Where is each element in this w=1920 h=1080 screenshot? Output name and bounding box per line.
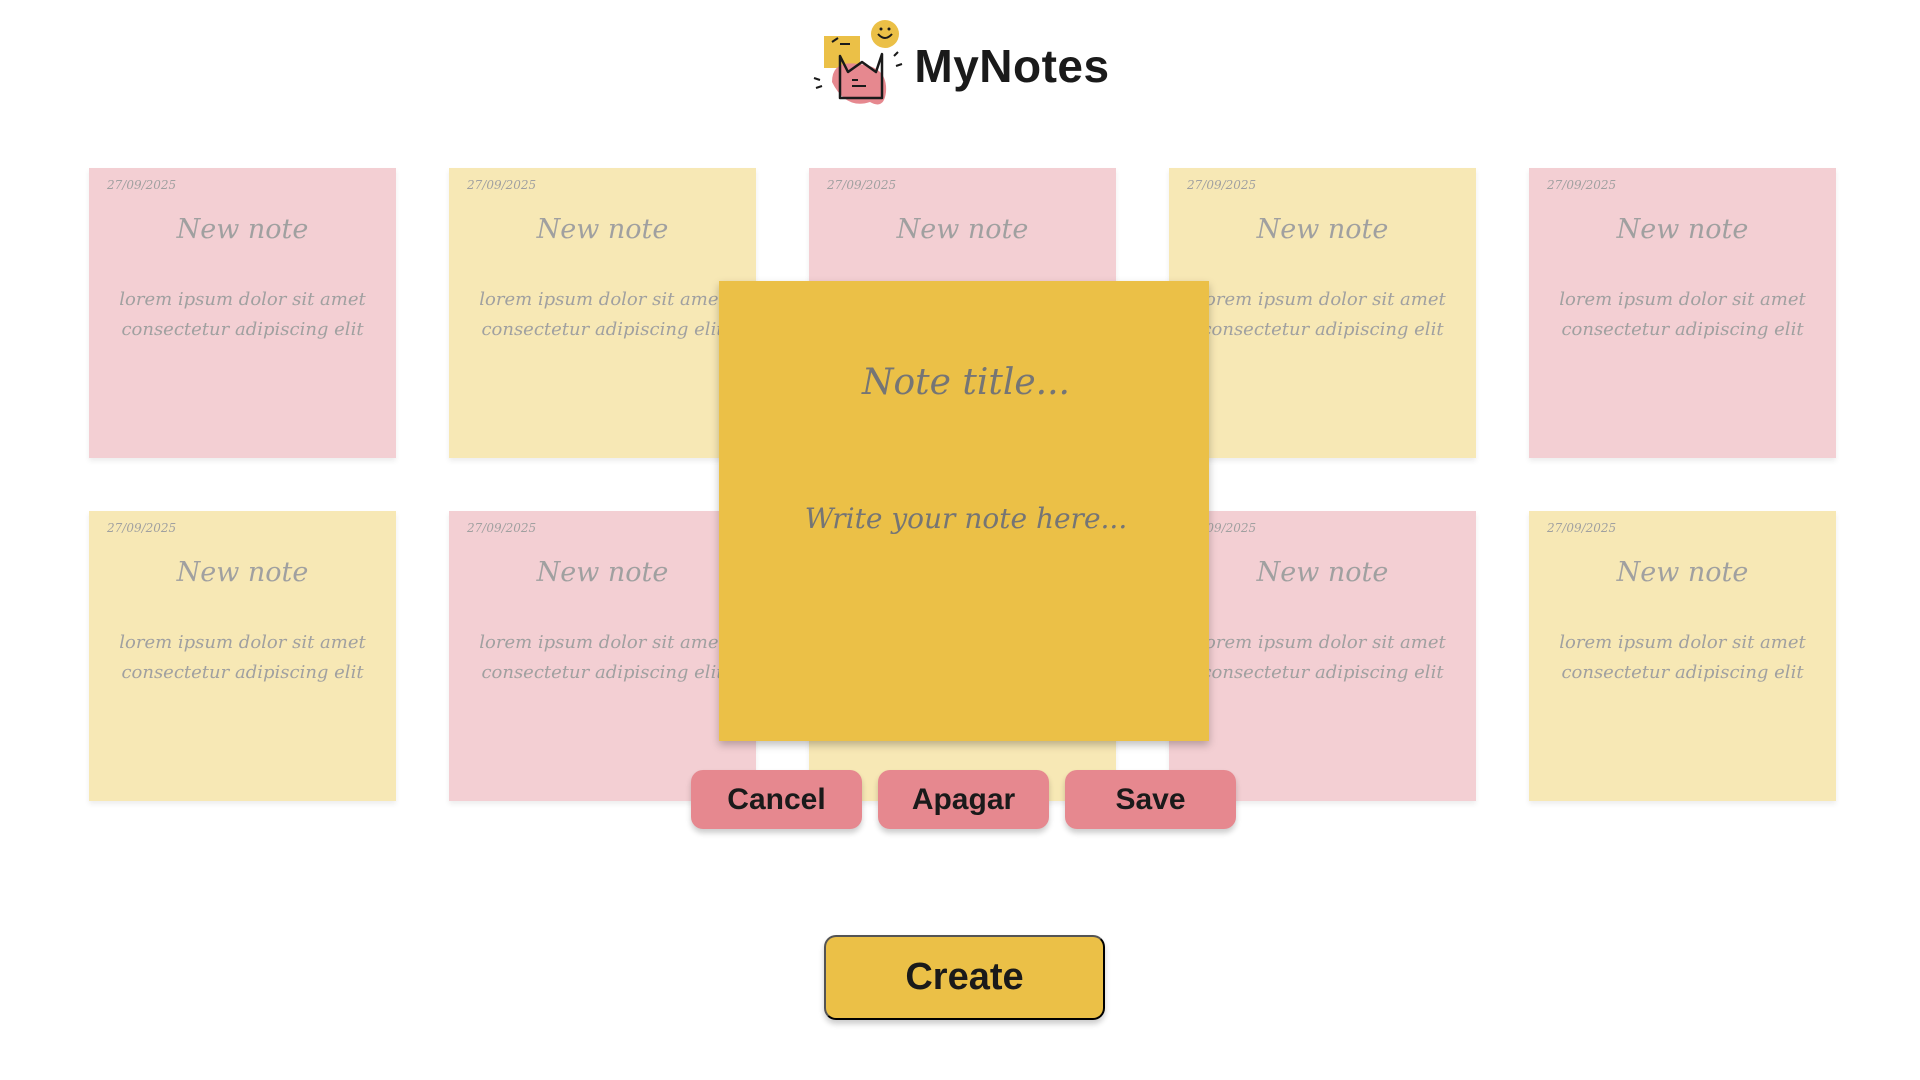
note-date: 27/09/2025 <box>1187 521 1257 535</box>
note-body-line: lorem ipsum dolor sit amet <box>119 632 366 653</box>
note-date: 27/09/2025 <box>1547 178 1617 192</box>
note-body: lorem ipsum dolor sit amet consectetur ad… <box>467 628 738 688</box>
note-body-line: lorem ipsum dolor sit amet <box>1559 632 1806 653</box>
note-title-input[interactable] <box>719 361 1213 404</box>
note-body-line: consectetur adipiscing elit <box>1561 319 1804 340</box>
note-body-line: consectetur adipiscing elit <box>1561 662 1804 683</box>
header: MyNotes <box>0 16 1920 116</box>
note-title: New note <box>1256 557 1389 588</box>
note-date: 27/09/2025 <box>1187 178 1257 192</box>
note-date: 27/09/2025 <box>107 178 177 192</box>
note-body: lorem ipsum dolor sit amet consectetur ad… <box>107 628 378 688</box>
note-title: New note <box>176 557 309 588</box>
note-card[interactable]: 27/09/2025 New note lorem ipsum dolor sit … <box>89 511 396 801</box>
note-card[interactable]: 27/09/2025 New note lorem ipsum dolor sit … <box>449 168 756 458</box>
note-date: 27/09/2025 <box>107 521 177 535</box>
note-editor <box>719 281 1213 741</box>
note-card[interactable]: 27/09/2025 New note lorem ipsum dolor sit … <box>1529 168 1836 458</box>
note-body-line: consectetur adipiscing elit <box>1201 319 1444 340</box>
cancel-button[interactable]: Cancel <box>691 770 862 829</box>
note-title: New note <box>176 214 309 245</box>
note-title: New note <box>536 557 669 588</box>
note-date: 27/09/2025 <box>467 521 537 535</box>
create-button[interactable]: Create <box>824 935 1105 1020</box>
note-card[interactable]: 27/09/2025 New note lorem ipsum dolor sit … <box>1169 511 1476 801</box>
note-body: lorem ipsum dolor sit amet consectetur ad… <box>1187 285 1458 345</box>
note-card[interactable]: 27/09/2025 New note lorem ipsum dolor sit … <box>449 511 756 801</box>
delete-button[interactable]: Apagar <box>878 770 1049 829</box>
note-body-line: lorem ipsum dolor sit amet <box>479 632 726 653</box>
note-body-line: lorem ipsum dolor sit amet <box>479 289 726 310</box>
note-body-line: consectetur adipiscing elit <box>121 319 364 340</box>
logo-icon <box>810 18 906 114</box>
note-date: 27/09/2025 <box>1547 521 1617 535</box>
note-body: lorem ipsum dolor sit amet consectetur ad… <box>1547 285 1818 345</box>
note-body-line: lorem ipsum dolor sit amet <box>1199 289 1446 310</box>
note-body: lorem ipsum dolor sit amet consectetur ad… <box>1547 628 1818 688</box>
app-root: MyNotes 27/09/2025 New note lorem ipsum do… <box>0 0 1920 1080</box>
note-body: lorem ipsum dolor sit amet consectetur ad… <box>107 285 378 345</box>
note-body: lorem ipsum dolor sit amet consectetur ad… <box>1187 628 1458 688</box>
app-title: MyNotes <box>914 40 1110 92</box>
note-title: New note <box>1616 214 1749 245</box>
note-card[interactable]: 27/09/2025 New note lorem ipsum dolor sit … <box>1169 168 1476 458</box>
note-card[interactable]: 27/09/2025 New note lorem ipsum dolor sit … <box>1529 511 1836 801</box>
note-body: lorem ipsum dolor sit amet consectetur ad… <box>467 285 738 345</box>
note-title: New note <box>1256 214 1389 245</box>
note-body-input[interactable] <box>719 501 1213 536</box>
note-body-line: lorem ipsum dolor sit amet <box>1559 289 1806 310</box>
note-body-line: consectetur adipiscing elit <box>481 319 724 340</box>
note-title: New note <box>896 214 1029 245</box>
note-title: New note <box>1616 557 1749 588</box>
save-button[interactable]: Save <box>1065 770 1236 829</box>
note-body-line: lorem ipsum dolor sit amet <box>119 289 366 310</box>
note-date: 27/09/2025 <box>827 178 897 192</box>
note-body-line: lorem ipsum dolor sit amet <box>1199 632 1446 653</box>
note-date: 27/09/2025 <box>467 178 537 192</box>
editor-actions: Cancel Apagar Save <box>691 770 1236 829</box>
note-body-line: consectetur adipiscing elit <box>481 662 724 683</box>
note-card[interactable]: 27/09/2025 New note lorem ipsum dolor sit … <box>89 168 396 458</box>
note-body-line: consectetur adipiscing elit <box>1201 662 1444 683</box>
note-title: New note <box>536 214 669 245</box>
note-body-line: consectetur adipiscing elit <box>121 662 364 683</box>
